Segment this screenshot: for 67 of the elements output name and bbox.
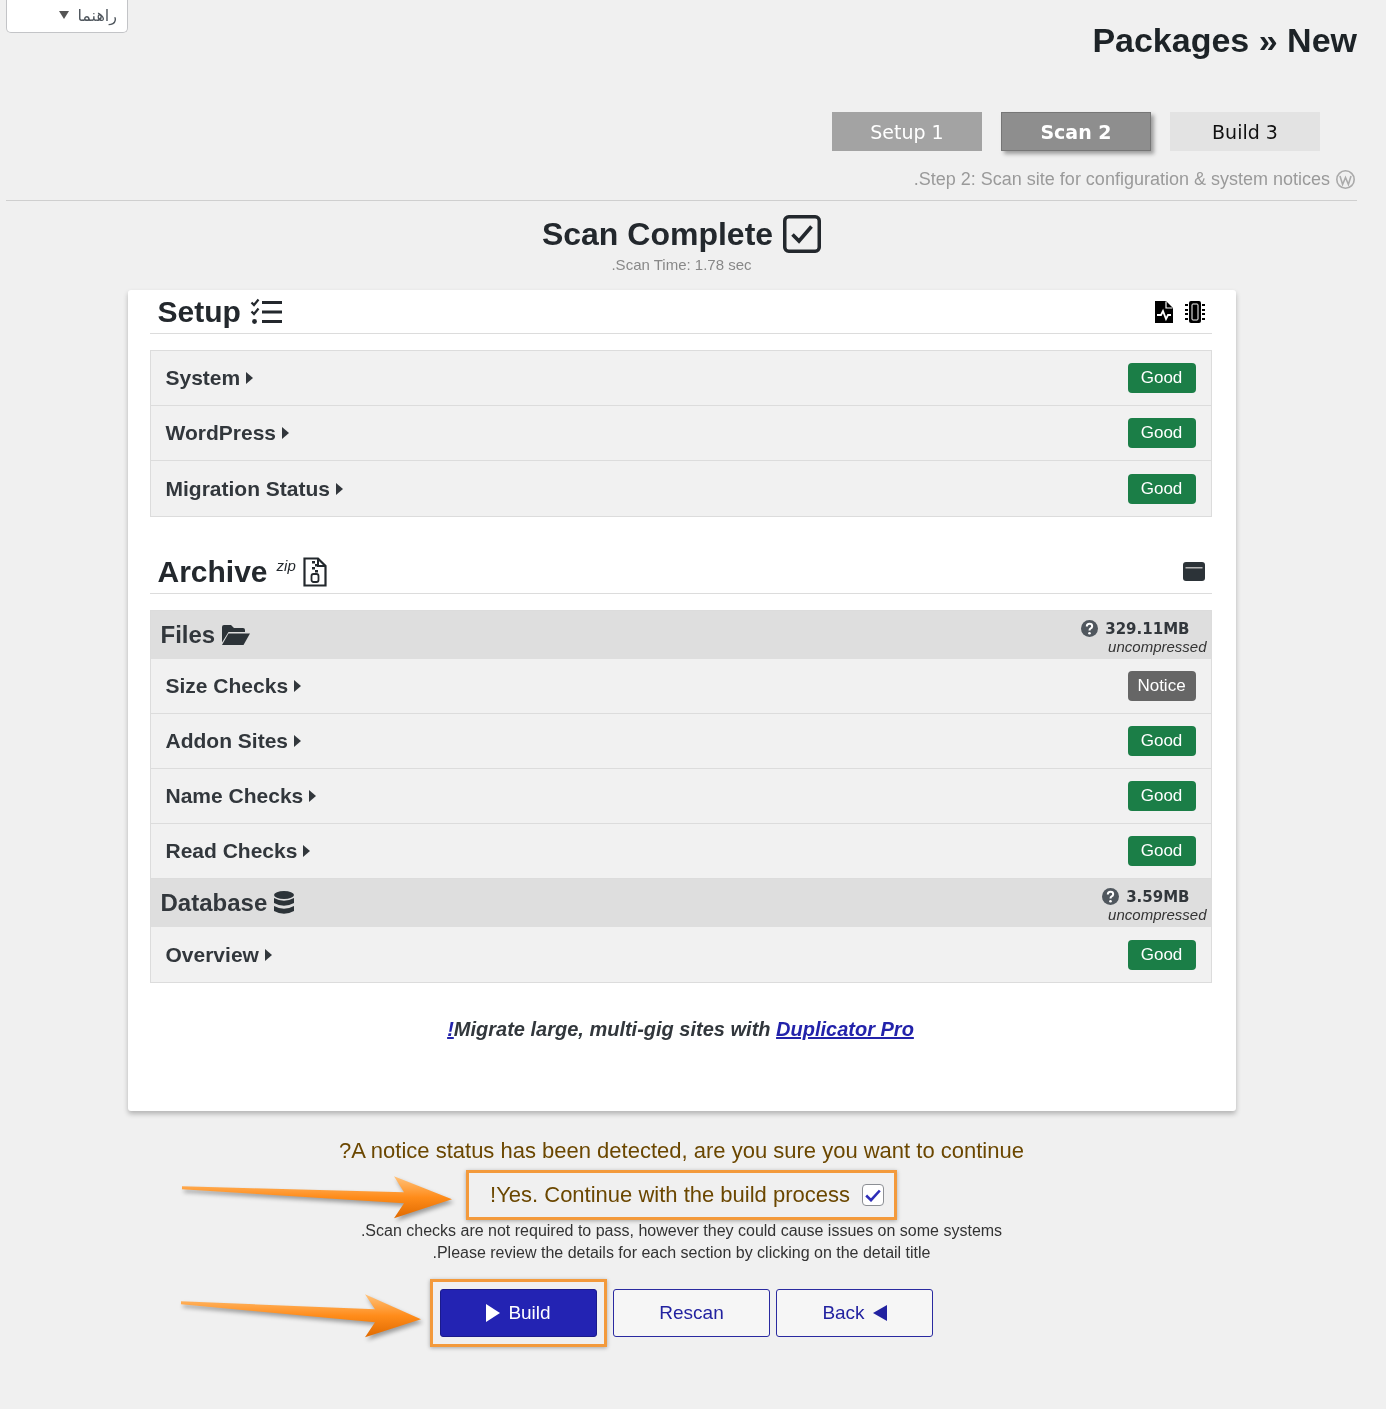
confirm-checkbox[interactable] — [862, 1184, 884, 1206]
step-indicator: Build 3 — [1170, 112, 1320, 151]
check-title[interactable]: Read Checks — [165, 839, 311, 863]
caret-down-icon — [59, 11, 70, 19]
logo-icon — [1336, 169, 1355, 189]
promo-link[interactable]: ! — [447, 1018, 454, 1040]
database-icon — [274, 891, 295, 915]
step-description: .Step 2: Scan site for configuration & system notices — [913, 168, 1330, 190]
status-badge: Good — [1127, 473, 1196, 504]
step-indicator: Setup 1 — [832, 112, 982, 151]
check-title[interactable]: Addon Sites — [165, 729, 301, 753]
caret-right-icon — [294, 680, 302, 692]
group-title: Files — [160, 621, 216, 649]
back-button[interactable]: Back — [776, 1289, 933, 1337]
check-title[interactable]: Size Checks — [165, 674, 302, 698]
caret-right-icon — [246, 372, 254, 384]
caret-left-icon — [872, 1305, 887, 1321]
section-title: Setup — [157, 294, 241, 329]
caret-right-icon — [303, 845, 311, 857]
help-tab[interactable]: راهنما — [6, 0, 128, 33]
section-title: Archive — [157, 554, 268, 589]
caret-right-icon — [294, 735, 301, 747]
play-icon — [486, 1304, 501, 1322]
rescan-button[interactable]: Rescan — [613, 1289, 770, 1337]
page-title: Packages » New — [1092, 20, 1357, 60]
help-icon[interactable] — [1102, 888, 1120, 905]
help-icon[interactable] — [1081, 620, 1099, 637]
check-title[interactable]: Overview — [165, 942, 272, 967]
status-badge: Good — [1127, 781, 1196, 811]
zip-file-icon — [302, 556, 327, 587]
check-title[interactable]: WordPress — [165, 421, 289, 445]
status-badge: Good — [1127, 363, 1196, 393]
status-badge: Good — [1127, 939, 1196, 970]
archive-format-label: zip — [276, 556, 296, 574]
size-value: 329.11MB — [1105, 619, 1190, 638]
confirm-label[interactable]: !Yes. Continue with the build process — [490, 1182, 850, 1208]
folder-open-icon — [222, 625, 251, 645]
panel-icon[interactable] — [1182, 562, 1205, 581]
hint-text: .Please review the details for each section by clicking on the detail title — [432, 1243, 931, 1263]
scan-status-title: Scan Complete — [541, 215, 774, 253]
check-title[interactable]: System — [165, 366, 254, 390]
microchip-icon[interactable] — [1184, 300, 1205, 323]
document-pulse-icon[interactable] — [1154, 300, 1173, 323]
group-title: Database — [160, 889, 268, 917]
status-badge: Good — [1127, 836, 1196, 866]
promo-link[interactable]: Duplicator Pro — [776, 1018, 914, 1040]
caret-right-icon — [282, 427, 289, 439]
status-badge: Good — [1127, 418, 1196, 448]
status-badge: Notice — [1127, 671, 1196, 701]
notice-question: ?A notice status has been detected, are you sure you want to continue — [339, 1137, 1024, 1165]
size-value: 3.59MB — [1126, 887, 1190, 906]
caret-right-icon — [336, 482, 343, 495]
hint-text: .Scan checks are not required to pass, however they could cause issues on some systems — [360, 1221, 1003, 1241]
caret-right-icon — [309, 790, 317, 802]
check-title[interactable]: Migration Status — [165, 476, 343, 501]
size-note: uncompressed — [1108, 905, 1207, 923]
checklist-icon — [249, 297, 282, 326]
checkmark-icon — [865, 1188, 881, 1202]
size-note: uncompressed — [1108, 637, 1207, 655]
status-badge: Good — [1127, 726, 1196, 756]
step-indicator: Scan 2 — [1001, 112, 1151, 151]
caret-right-icon — [264, 948, 272, 961]
promo-text: !Migrate large, multi-gig sites with Duplicator Pro — [447, 1017, 914, 1042]
build-button[interactable]: Build — [440, 1289, 597, 1337]
scan-time: .Scan Time: 1.78 sec — [611, 256, 752, 274]
check-title[interactable]: Name Checks — [165, 784, 317, 808]
checkbox-checked-icon — [783, 215, 822, 253]
